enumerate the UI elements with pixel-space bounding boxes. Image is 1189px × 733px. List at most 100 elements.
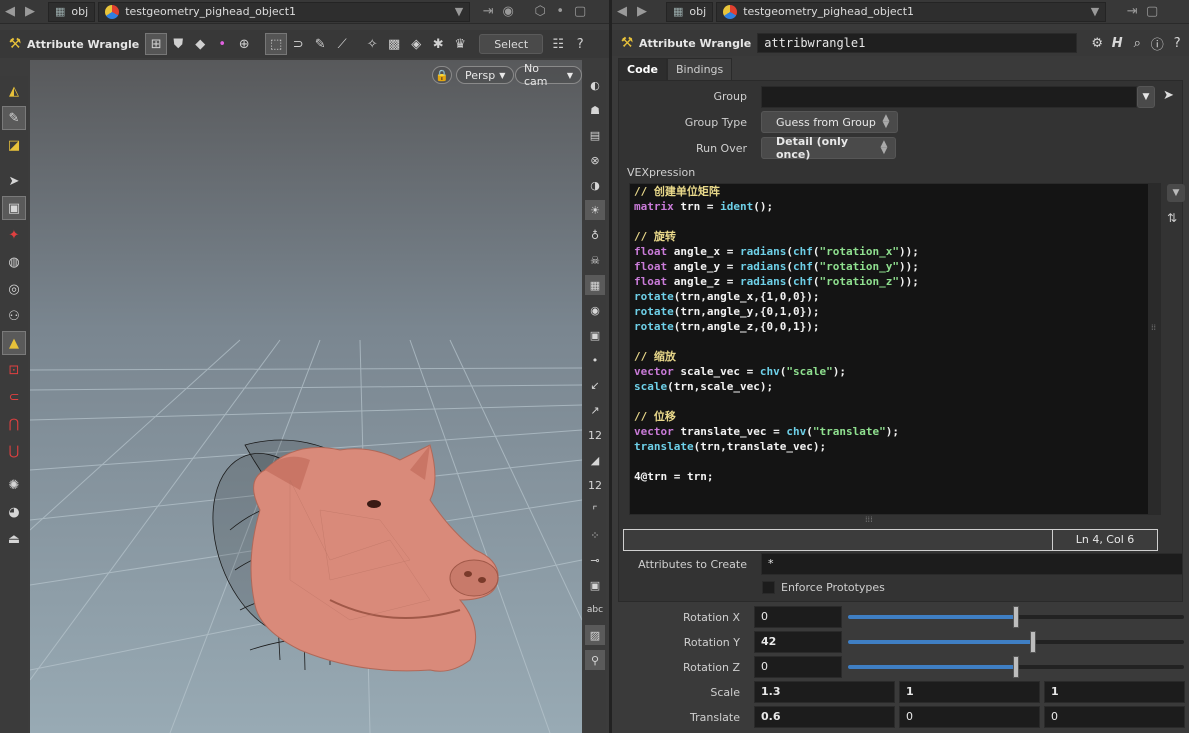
rotation-x-thumb[interactable] [1013,606,1019,628]
prim-icon[interactable]: ◢ [585,450,605,470]
edit-icon[interactable]: ✎ [2,106,26,130]
rotation-x-field[interactable]: 0 [754,606,842,628]
handle-icon[interactable]: ◭ [2,79,26,103]
tag-icon[interactable]: ◪ [2,133,26,157]
laser-icon[interactable]: ⟋ [331,33,353,55]
group-type-select[interactable]: Guess from Group ▲ ▼ [761,111,898,133]
pose-icon[interactable]: ⚇ [2,304,26,328]
ghost-icon[interactable]: ☗ [585,100,605,120]
visible-icon[interactable]: ✱ [427,33,449,55]
rotation-x-slider[interactable] [848,606,1184,628]
rotation-y-thumb[interactable] [1029,631,1036,653]
object-mode-icon[interactable]: ⛊ [167,33,189,55]
texture-icon[interactable]: ▦ [585,275,605,295]
path-root[interactable]: ▦ obj [48,1,96,22]
text-icon[interactable]: abc [585,600,605,620]
pin-icon[interactable]: ⇥ [478,2,498,22]
path-node[interactable]: testgeometry_pighead_object1 ▼ [716,1,1107,22]
frame-icon[interactable]: ▣ [585,575,605,595]
display-options-icon[interactable]: ◐ [585,75,605,95]
rotation-y-field[interactable]: 42 [754,631,842,653]
translate-y-field[interactable]: 0 [899,706,1040,728]
move-icon[interactable]: ✦ [2,223,26,247]
lasso-icon[interactable]: ⊃ [287,33,309,55]
rotation-y-slider[interactable] [848,631,1184,653]
node-name-field[interactable]: attribwrangle1 [757,33,1078,53]
map-pin-icon[interactable]: ⚲ [585,650,605,670]
group-menu-button[interactable]: ▼ [1137,86,1155,108]
connect-icon[interactable]: ◈ [405,33,427,55]
dot-icon[interactable]: • [550,2,570,22]
eye-icon[interactable]: ◉ [585,300,605,320]
tab-bindings[interactable]: Bindings [666,58,733,80]
close-circle-icon[interactable]: ⊗ [585,150,605,170]
run-over-select[interactable]: Detail (only once) ▲ ▼ [761,135,896,161]
grid-snap-icon[interactable]: ▩ [383,33,405,55]
back-arrow-icon[interactable]: ◀ [612,2,632,22]
rotation-z-thumb[interactable] [1013,656,1019,678]
maximize-icon[interactable]: ▢ [570,2,590,22]
scale-icon[interactable]: ◎ [2,277,26,301]
chevron-down-icon[interactable]: ▼ [1091,5,1099,18]
search-icon[interactable]: ⌕ [1127,33,1147,53]
help-icon[interactable]: ? [1167,33,1187,53]
skull-icon[interactable]: ☠ [585,250,605,270]
scale-x-field[interactable]: 1.3 [754,681,895,703]
normal-icon[interactable]: ↙ [585,375,605,395]
render-icon[interactable]: ⏏ [2,527,26,551]
camera-menu[interactable]: No cam ▼ [515,62,582,88]
light-icon[interactable]: ☀ [585,200,605,220]
box-select-icon[interactable]: ⬚ [265,33,288,55]
attributes-to-create-field[interactable]: * [761,553,1183,575]
info-icon[interactable]: ⓘ [1147,33,1167,53]
select-mode-icon[interactable]: ⊞ [145,33,168,55]
camera-icon[interactable]: ✺ [2,473,26,497]
path-node[interactable]: testgeometry_pighead_object1 ▼ [98,1,471,22]
back-arrow-icon[interactable]: ◀ [0,2,20,22]
persp-menu[interactable]: Persp ▼ [456,66,515,84]
crown-icon[interactable]: ♛ [449,33,471,55]
brush-icon[interactable]: ✎ [309,33,331,55]
scale-z-field[interactable]: 1 [1044,681,1185,703]
handle-tool-icon[interactable]: ▲ [2,331,26,355]
background-icon[interactable]: ▨ [585,625,605,645]
prim-number-icon[interactable]: 12 [585,475,605,495]
magnet-xform-icon[interactable]: ⊡ [2,358,26,382]
tab-code[interactable]: Code [618,58,667,80]
magnet-icon[interactable]: ⋂ [2,412,26,436]
maximize-icon[interactable]: ▢ [1142,2,1162,22]
select-button[interactable]: Select [479,34,544,54]
magnet-scale-icon[interactable]: ⋃ [2,439,26,463]
shading-icon[interactable]: ◑ [585,175,605,195]
rotation-z-slider[interactable] [848,656,1184,678]
translate-x-field[interactable]: 0.6 [754,706,895,728]
help-icon[interactable]: ? [569,33,591,55]
forward-arrow-icon[interactable]: ▶ [632,2,652,22]
gear-icon[interactable]: ⚙ [1087,33,1107,53]
link-icon[interactable]: ◉ [498,2,518,22]
path-root[interactable]: ▦ obj [666,1,714,22]
vector-icon[interactable]: ↗ [585,400,605,420]
editor-scrollbar[interactable]: ⁞⁞ [1149,183,1161,515]
scale-y-field[interactable]: 1 [899,681,1040,703]
lock-camera-icon[interactable]: 🔒 [432,66,452,84]
pin-icon[interactable]: ⇥ [1122,2,1142,22]
lock-view-icon[interactable]: ▤ [585,125,605,145]
chevron-down-icon[interactable]: ▼ [455,5,463,18]
select-arrow-icon[interactable]: ➤ [2,169,26,193]
houdini-icon[interactable]: H [1107,33,1127,53]
enforce-prototypes-checkbox[interactable] [762,581,775,594]
rotation-z-field[interactable]: 0 [754,656,842,678]
pick-icon[interactable]: ✧ [361,33,383,55]
options-icon[interactable]: ☷ [547,33,569,55]
lock-icon[interactable]: ▣ [2,196,26,220]
group-field[interactable] [761,86,1137,108]
rotate-icon[interactable]: ◍ [2,250,26,274]
editor-menu-button[interactable]: ▼ [1167,184,1185,202]
add-spare-icon[interactable]: ⇅ [1167,211,1177,225]
dot-mode-icon[interactable]: • [211,33,233,55]
forward-arrow-icon[interactable]: ▶ [20,2,40,22]
point-mode-icon[interactable]: ◆ [189,33,211,55]
connect-points-icon[interactable]: ⊸ [585,550,605,570]
bulb-icon[interactable]: ♁ [585,225,605,245]
